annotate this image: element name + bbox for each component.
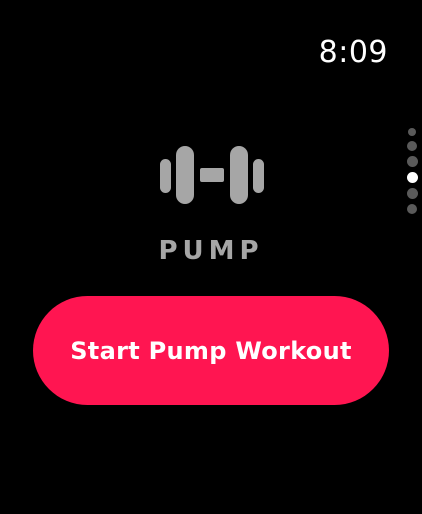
watch-screen: 8:09 PUMP Start Pump Workout — [0, 0, 422, 514]
page-dot — [407, 204, 417, 214]
start-workout-button[interactable]: Start Pump Workout — [33, 296, 389, 405]
workout-title: PUMP — [158, 236, 264, 266]
page-dot-active — [406, 172, 418, 183]
start-workout-button-label: Start Pump Workout — [70, 336, 352, 365]
page-dot — [406, 156, 418, 167]
status-time: 8:09 — [318, 35, 388, 70]
page-indicator[interactable] — [406, 128, 418, 219]
dumbbell-icon — [160, 146, 264, 204]
page-dot — [406, 188, 418, 199]
page-dot — [407, 141, 417, 151]
page-dot — [408, 128, 416, 136]
